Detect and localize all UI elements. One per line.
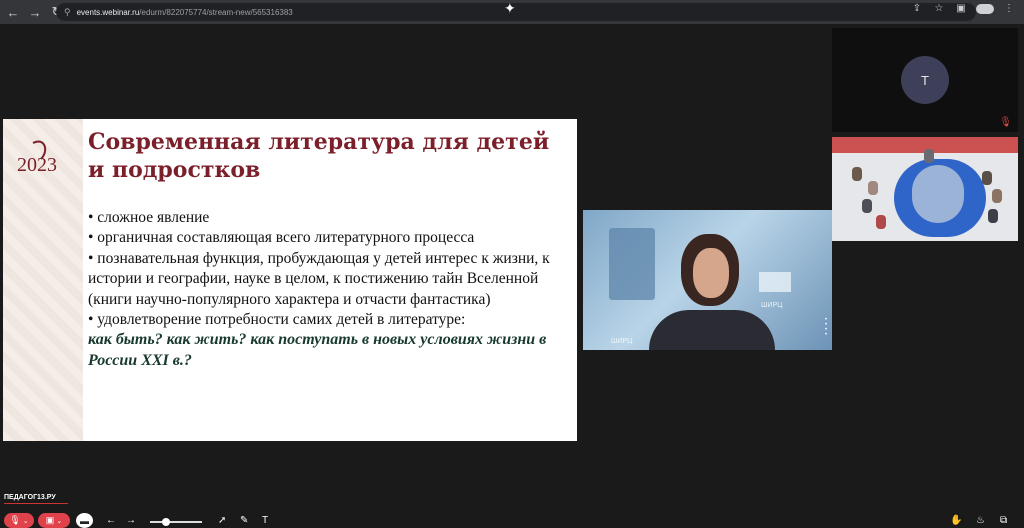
logo-year: 2023 <box>17 154 57 176</box>
text-tool-icon[interactable]: T <box>262 515 268 526</box>
pen-tool-icon[interactable]: ✎ <box>240 515 248 526</box>
prev-slide-button[interactable]: ← <box>106 515 116 526</box>
slide-emphasis: как быть? как жить? как поступать в новы… <box>88 331 547 369</box>
camera-toggle-button[interactable]: ▣ ⌄ <box>38 513 70 528</box>
participant-avatar: Т <box>901 56 949 104</box>
bullet-item: • сложное явление <box>88 209 210 226</box>
profile-avatar[interactable] <box>976 3 994 14</box>
room-person <box>862 199 872 213</box>
bullet-item: • познавательная функция, пробуждающая у… <box>88 249 550 308</box>
mic-muted-icon: 🎙 <box>999 117 1012 128</box>
video-dots-icon[interactable]: • • • • <box>825 317 828 340</box>
pointer-tool-icon[interactable]: ➚ <box>218 515 226 526</box>
zoom-slider[interactable] <box>150 518 202 526</box>
bottom-toolbar: 🎙 ⌄ ▣ ⌄ ▬ ← → ➚ ✎ T ✋ ♨ ⧉ <box>0 511 1024 528</box>
background-label: ШИРЦ <box>611 338 633 345</box>
room-person <box>988 209 998 223</box>
brand-underline <box>4 503 68 504</box>
background-label: ШИРЦ <box>761 302 783 309</box>
star-icon[interactable]: ☆ <box>932 3 946 14</box>
chevron-down-icon: ⌄ <box>22 517 29 525</box>
address-bar[interactable]: ⚲ events.webinar.ru/edurm/822075774/stre… <box>56 0 976 21</box>
room-person <box>876 215 886 229</box>
brand-text: ПЕДАГОГ13.РУ <box>4 494 56 501</box>
table-center <box>912 165 964 223</box>
url-host: events.webinar.ru <box>76 7 140 17</box>
slide-title: Современная литература для детей и подро… <box>88 129 550 183</box>
book-graphic <box>609 228 655 300</box>
chat-button[interactable]: ▬ <box>76 513 93 528</box>
speaker-body <box>649 310 775 350</box>
site-info-icon[interactable]: ⚲ <box>64 7 71 18</box>
menu-dots-icon[interactable]: ⋮ <box>1002 3 1016 14</box>
bullet-item: • удовлетворение потребности самих детей… <box>88 311 466 329</box>
presentation-slide: 2023 Современная литература для детей и … <box>3 119 577 441</box>
raise-hand-icon[interactable]: ✋ <box>950 515 962 526</box>
participant-tile[interactable]: Т 🎙 <box>832 28 1018 132</box>
envelope-graphic <box>759 272 791 292</box>
slide-bullets: • сложное явление • органичная составляю… <box>88 208 573 371</box>
back-button[interactable]: ← <box>4 3 22 21</box>
browser-actions: ⇪ ☆ ▣ ⋮ <box>910 3 1016 14</box>
share-icon[interactable]: ⇪ <box>910 3 924 14</box>
next-slide-button[interactable]: → <box>126 515 136 526</box>
chat-icon: ▬ <box>80 515 89 526</box>
sidebar-icon[interactable]: ▣ <box>954 3 968 14</box>
room-person <box>924 149 934 163</box>
brand-logo: ПЕДАГОГ13.РУ <box>4 494 68 504</box>
speaker-face <box>693 248 729 298</box>
zoom-slider-knob[interactable] <box>162 518 170 526</box>
chevron-down-icon: ⌄ <box>56 517 63 525</box>
pip-icon[interactable]: ⧉ <box>1000 515 1007 526</box>
mic-toggle-button[interactable]: 🎙 ⌄ <box>4 513 34 528</box>
conference-logo: 2023 <box>17 140 57 176</box>
arrow-left-icon: ← <box>6 4 20 20</box>
room-person <box>992 189 1002 203</box>
room-video[interactable] <box>832 137 1018 241</box>
camera-off-icon: ▣ <box>45 515 55 525</box>
sparkle-icon[interactable]: ✦ <box>504 0 516 17</box>
mic-off-icon: 🎙 <box>9 515 21 525</box>
reaction-icon[interactable]: ♨ <box>976 515 985 526</box>
url-text: events.webinar.ru/edurm/822075774/stream… <box>77 8 293 17</box>
room-person <box>852 167 862 181</box>
forward-button[interactable]: → <box>26 3 44 21</box>
room-person <box>982 171 992 185</box>
speaker-video[interactable]: ШИРЦ ШИРЦ • • • • <box>583 210 832 350</box>
url-path: /edurm/822075774/stream-new/565316383 <box>139 7 293 17</box>
bullet-item: • органичная составляющая всего литерату… <box>88 229 475 247</box>
browser-toolbar: ← → ↻ ⚲ events.webinar.ru/edurm/82207577… <box>0 0 1024 24</box>
room-person <box>868 181 878 195</box>
arrow-right-icon: → <box>28 4 42 20</box>
